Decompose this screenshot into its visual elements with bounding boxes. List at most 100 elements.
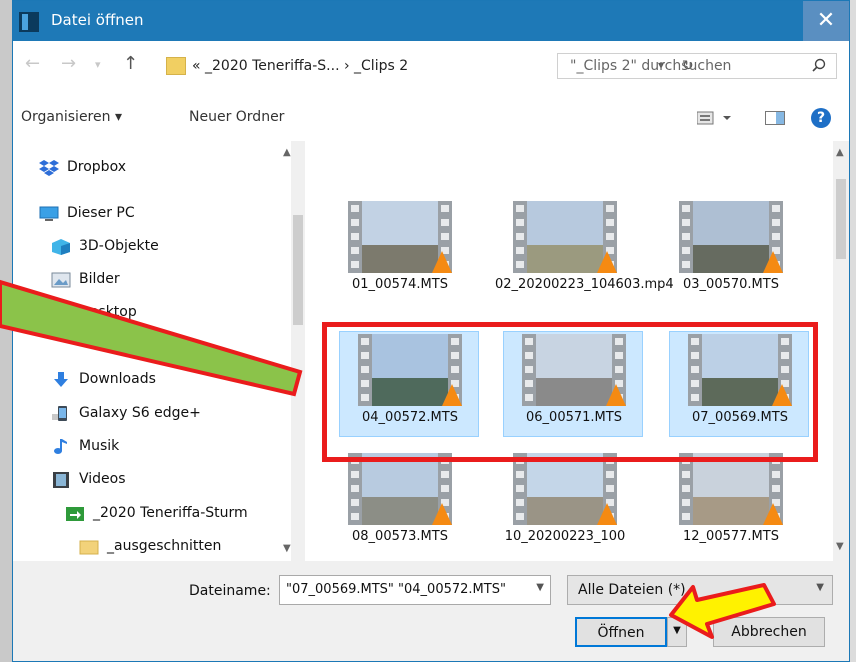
video-frame bbox=[362, 201, 438, 273]
vlc-cone-icon bbox=[763, 503, 783, 525]
up-icon[interactable]: ↑ bbox=[123, 53, 138, 74]
dialog-footer: Dateiname: "07_00569.MTS" "04_00572.MTS"… bbox=[13, 561, 849, 661]
title-bar: Datei öffnen ✕ bbox=[13, 1, 849, 41]
video-thumbnail bbox=[348, 453, 452, 525]
nav-item-label: Galaxy S6 edge+ bbox=[79, 405, 201, 421]
video-thumbnail bbox=[513, 453, 617, 525]
nav-item-label: Videos bbox=[79, 471, 126, 487]
video-thumbnail bbox=[513, 201, 617, 273]
navigation-pane: ▲ Dropbox Dieser PC 3D-Objekte Bilder De… bbox=[13, 141, 291, 561]
download-icon bbox=[54, 372, 68, 387]
film-strip-icon bbox=[513, 453, 527, 525]
film-strip-icon bbox=[679, 453, 693, 525]
forward-icon[interactable]: → bbox=[61, 53, 76, 74]
video-thumbnail bbox=[679, 453, 783, 525]
filename-label: Dateiname: bbox=[189, 583, 271, 599]
open-dropdown-button[interactable]: ▼ bbox=[667, 617, 687, 647]
file-tile[interactable]: 03_00570.MTS bbox=[661, 199, 801, 305]
video-frame bbox=[693, 453, 769, 525]
nav-scroll-down-icon[interactable]: ▼ bbox=[283, 543, 291, 554]
shortcut-folder-icon bbox=[66, 507, 84, 521]
nav-item-label: Downloads bbox=[79, 371, 156, 387]
view-options-icon[interactable] bbox=[697, 111, 733, 125]
nav-item-label: Desktop bbox=[79, 304, 137, 320]
search-icon bbox=[812, 58, 826, 72]
content-scrollbar-thumb[interactable] bbox=[836, 179, 846, 259]
new-folder-button[interactable]: Neuer Ordner bbox=[189, 109, 284, 125]
address-bar: ← → ▾ ↑ « _2020 Teneriffa-S... › _Clips … bbox=[13, 41, 849, 91]
vlc-cone-icon bbox=[763, 251, 783, 273]
nav-item-label: _2020 Teneriffa-Sturm bbox=[93, 505, 248, 521]
vlc-cone-icon bbox=[597, 251, 617, 273]
file-tile[interactable]: 01_00574.MTS bbox=[330, 199, 470, 305]
video-thumbnail bbox=[348, 201, 452, 273]
file-tile[interactable]: 12_00577.MTS bbox=[661, 451, 801, 557]
vlc-cone-icon bbox=[432, 503, 452, 525]
pictures-icon bbox=[51, 272, 71, 288]
file-name: 02_20200223_104603.mp4 bbox=[495, 277, 674, 292]
film-strip-icon bbox=[513, 201, 527, 273]
nav-item-label: Dieser PC bbox=[67, 205, 135, 221]
video-frame bbox=[527, 453, 603, 525]
help-icon[interactable]: ? bbox=[811, 108, 831, 128]
pc-icon bbox=[39, 206, 59, 221]
videos-icon bbox=[53, 472, 69, 488]
nav-item-label: 3D-Objekte bbox=[79, 238, 159, 254]
command-bar: Organisieren ▾ Neuer Ordner ? bbox=[13, 91, 849, 141]
phone-icon bbox=[52, 406, 67, 421]
folder-icon bbox=[79, 540, 99, 555]
nav-scrollbar[interactable] bbox=[291, 141, 305, 561]
back-icon[interactable]: ← bbox=[25, 53, 40, 74]
filename-input[interactable]: "07_00569.MTS" "04_00572.MTS" ▼ bbox=[279, 575, 551, 605]
file-tile[interactable]: 02_20200223_104603.mp4 bbox=[495, 199, 674, 305]
file-type-value: Alle Dateien (*) bbox=[578, 582, 686, 598]
folder-icon bbox=[166, 57, 186, 75]
desktop-icon bbox=[51, 305, 71, 320]
file-name: 08_00573.MTS bbox=[352, 529, 448, 544]
content-scroll-down-icon[interactable]: ▼ bbox=[836, 541, 844, 552]
cancel-button[interactable]: Abbrechen bbox=[713, 617, 825, 647]
film-strip-icon bbox=[679, 201, 693, 273]
file-name: 01_00574.MTS bbox=[352, 277, 448, 292]
open-button[interactable]: Öffnen bbox=[575, 617, 667, 647]
search-placeholder: "_Clips 2" durchsuchen bbox=[570, 58, 732, 74]
music-icon bbox=[54, 439, 67, 454]
video-thumbnail bbox=[679, 201, 783, 273]
recent-locations-icon[interactable]: ▾ bbox=[95, 58, 101, 71]
content-scroll-up-icon[interactable]: ▲ bbox=[836, 147, 844, 158]
file-name: 12_00577.MTS bbox=[683, 529, 779, 544]
file-type-select[interactable]: Alle Dateien (*) ▼ bbox=[567, 575, 833, 605]
nav-scrollbar-thumb[interactable] bbox=[293, 215, 303, 325]
video-frame bbox=[527, 201, 603, 273]
file-name: 03_00570.MTS bbox=[683, 277, 779, 292]
film-strip-icon bbox=[348, 453, 362, 525]
file-tile[interactable]: 10_20200223_100 bbox=[495, 451, 635, 557]
video-frame bbox=[693, 201, 769, 273]
chevron-down-icon[interactable]: ▼ bbox=[816, 582, 824, 593]
file-tile[interactable]: 08_00573.MTS bbox=[330, 451, 470, 557]
dialog-title: Datei öffnen bbox=[51, 11, 144, 29]
filename-value: "07_00569.MTS" "04_00572.MTS" bbox=[286, 582, 506, 597]
film-strip-icon bbox=[348, 201, 362, 273]
close-button[interactable]: ✕ bbox=[803, 1, 849, 41]
selection-highlight-box bbox=[322, 322, 818, 462]
nav-item-label: Dropbox bbox=[67, 159, 126, 175]
nav-item-label: Bilder bbox=[79, 271, 120, 287]
nav-item-label: Musik bbox=[79, 438, 120, 454]
cube-icon bbox=[52, 239, 70, 255]
nav-item-label: _ausgeschnitten bbox=[107, 538, 222, 554]
video-frame bbox=[362, 453, 438, 525]
search-input[interactable]: "_Clips 2" durchsuchen bbox=[557, 53, 837, 79]
dropbox-icon bbox=[39, 160, 59, 176]
vlc-cone-icon bbox=[597, 503, 617, 525]
content-scrollbar[interactable]: ▲ ▼ bbox=[833, 141, 849, 561]
breadcrumb-path: « _2020 Teneriffa-S... › _Clips 2 bbox=[192, 58, 409, 74]
organize-button[interactable]: Organisieren ▾ bbox=[21, 109, 122, 125]
vlc-cone-icon bbox=[432, 251, 452, 273]
app-icon bbox=[19, 12, 39, 32]
preview-pane-icon[interactable] bbox=[765, 111, 785, 125]
chevron-down-icon[interactable]: ▼ bbox=[536, 582, 544, 593]
nav-scroll-up-icon[interactable]: ▲ bbox=[283, 147, 291, 158]
breadcrumb[interactable]: « _2020 Teneriffa-S... › _Clips 2 ▾ ↻ bbox=[161, 53, 694, 81]
file-name: 10_20200223_100 bbox=[504, 529, 626, 544]
